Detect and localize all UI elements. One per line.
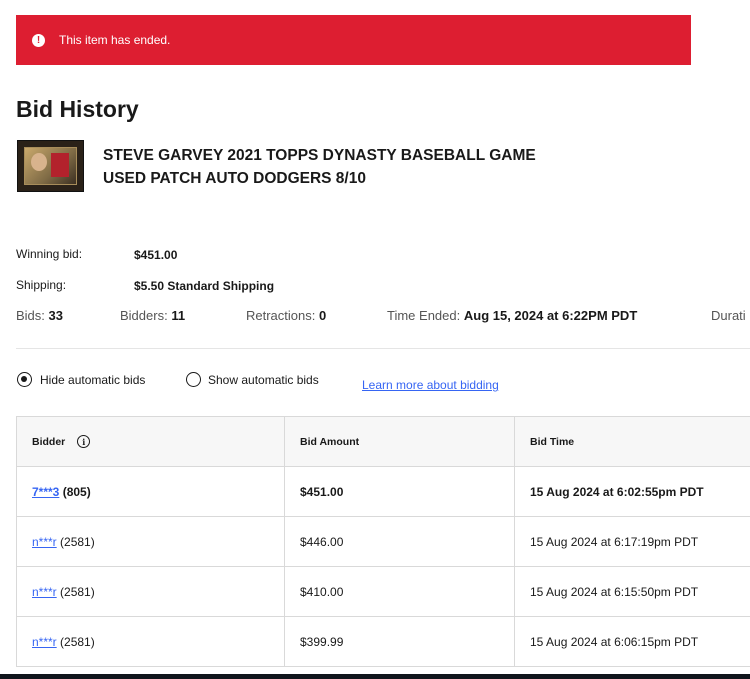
bid-amount-cell: $410.00 (285, 567, 515, 616)
bid-time-column-header: Bid Time (530, 435, 575, 448)
page-title: Bid History (16, 96, 139, 122)
shipping-value: $5.50 Standard Shipping (134, 279, 275, 293)
bid-amount-cell: $451.00 (285, 467, 515, 516)
bidder-link[interactable]: n***r (32, 585, 57, 599)
bidders-stat: Bidders: 11 (120, 308, 186, 323)
bid-amount-cell: $446.00 (285, 517, 515, 566)
winning-bid-value: $451.00 (134, 248, 178, 262)
retractions-stat: Retractions: 0 (246, 308, 327, 323)
winning-bid-label: Winning bid: (16, 247, 83, 261)
bidder-cell: n***r (2581) (17, 617, 285, 666)
bid-time-cell: 15 Aug 2024 at 6:17:19pm PDT (530, 534, 699, 549)
alert-icon: ! (32, 33, 45, 47)
hide-automatic-bids-label[interactable]: Hide automatic bids (40, 373, 145, 387)
bid-stats: Bids: 33 Bidders: 11 Retractions: 0 Time… (0, 308, 750, 326)
shipping-label: Shipping: (16, 278, 67, 292)
card-image (24, 147, 77, 185)
hide-automatic-bids-radio[interactable] (17, 372, 32, 387)
table-row: n***r (2581) $410.00 15 Aug 2024 at 6:15… (17, 567, 750, 617)
time-ended-stat: Time Ended: Aug 15, 2024 at 6:22PM PDT (387, 308, 638, 323)
bid-amount-column-header: Bid Amount (285, 417, 515, 466)
bid-time-cell: 15 Aug 2024 at 6:06:15pm PDT (530, 634, 699, 649)
item-ended-banner: ! This item has ended. (16, 15, 691, 65)
info-icon[interactable]: i (77, 435, 91, 448)
window-edge (0, 674, 750, 679)
table-row: n***r (2581) $446.00 15 Aug 2024 at 6:17… (17, 517, 750, 567)
item-title[interactable]: STEVE GARVEY 2021 TOPPS DYNASTY BASEBALL… (103, 144, 623, 190)
learn-more-bidding-link[interactable]: Learn more about bidding (362, 378, 499, 392)
bidder-column-header: Bidder i (17, 417, 285, 466)
table-row: 7***3 (805) $451.00 15 Aug 2024 at 6:02:… (17, 467, 750, 517)
bidder-cell: n***r (2581) (17, 517, 285, 566)
table-row: n***r (2581) $399.99 15 Aug 2024 at 6:06… (17, 617, 750, 667)
bid-time-cell: 15 Aug 2024 at 6:02:55pm PDT (530, 484, 704, 499)
show-automatic-bids-label[interactable]: Show automatic bids (208, 373, 319, 387)
bidder-cell: 7***3 (805) (17, 467, 285, 516)
bidder-link[interactable]: n***r (32, 635, 57, 649)
item-thumbnail[interactable] (17, 140, 84, 192)
item-title-line1: STEVE GARVEY 2021 TOPPS DYNASTY BASEBALL… (103, 147, 536, 164)
bid-history-table: Bidder i Bid Amount Bid Time 7***3 (805)… (16, 416, 750, 667)
item-title-line2: USED PATCH AUTO DODGERS 8/10 (103, 170, 366, 187)
bid-amount-cell: $399.99 (285, 617, 515, 666)
bids-stat: Bids: 33 (16, 308, 63, 323)
divider (16, 348, 750, 349)
show-automatic-bids-radio[interactable] (186, 372, 201, 387)
bidder-cell: n***r (2581) (17, 567, 285, 616)
banner-message: This item has ended. (59, 33, 171, 47)
bid-time-cell: 15 Aug 2024 at 6:15:50pm PDT (530, 584, 699, 599)
bidder-link[interactable]: n***r (32, 535, 57, 549)
table-header-row: Bidder i Bid Amount Bid Time (17, 417, 750, 467)
duration-stat: Durati (711, 308, 746, 323)
bidder-link[interactable]: 7***3 (32, 485, 59, 499)
